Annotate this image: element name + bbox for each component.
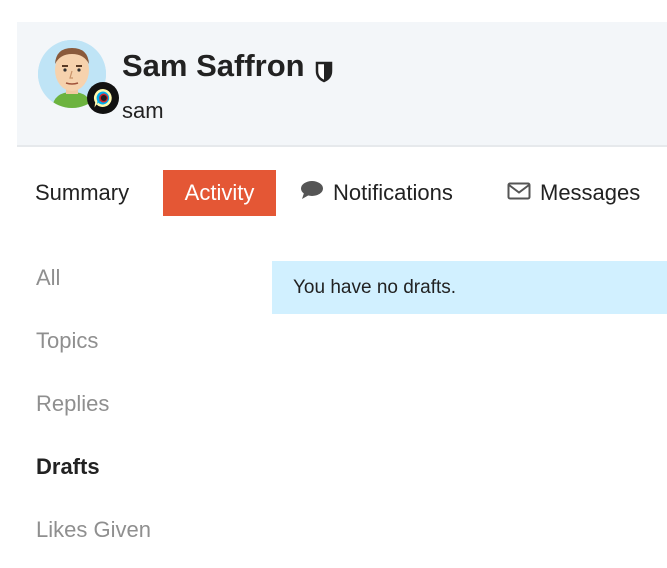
tab-notifications-label: Notifications: [333, 180, 453, 205]
nav-item-drafts[interactable]: Drafts: [36, 454, 100, 480]
user-nav-tabs: Summary Activity Notifications Messages: [0, 170, 667, 216]
user-profile-header: Sam Saffron sam: [17, 22, 667, 147]
nav-item-replies[interactable]: Replies: [36, 391, 109, 417]
empty-drafts-message: You have no drafts.: [293, 276, 457, 298]
tab-messages[interactable]: Messages: [507, 170, 640, 216]
nav-item-likes-given[interactable]: Likes Given: [36, 517, 151, 543]
username: sam: [122, 98, 164, 123]
tab-summary-label: Summary: [35, 180, 130, 205]
shield-icon: [315, 55, 333, 83]
tab-summary[interactable]: Summary: [35, 170, 129, 216]
tab-activity[interactable]: Activity: [163, 170, 276, 216]
tab-activity-label: Activity: [184, 180, 255, 205]
envelope-icon: [507, 180, 531, 206]
tab-notifications[interactable]: Notifications: [300, 170, 453, 216]
tab-messages-label: Messages: [540, 180, 641, 205]
user-full-name: Sam Saffron: [122, 48, 333, 84]
discourse-logo-icon: [87, 82, 119, 114]
full-name-text: Sam Saffron: [122, 48, 305, 83]
empty-drafts-alert: You have no drafts.: [272, 261, 667, 314]
nav-item-topics[interactable]: Topics: [36, 328, 98, 354]
comment-icon: [300, 180, 324, 206]
nav-item-all[interactable]: All: [36, 265, 60, 291]
